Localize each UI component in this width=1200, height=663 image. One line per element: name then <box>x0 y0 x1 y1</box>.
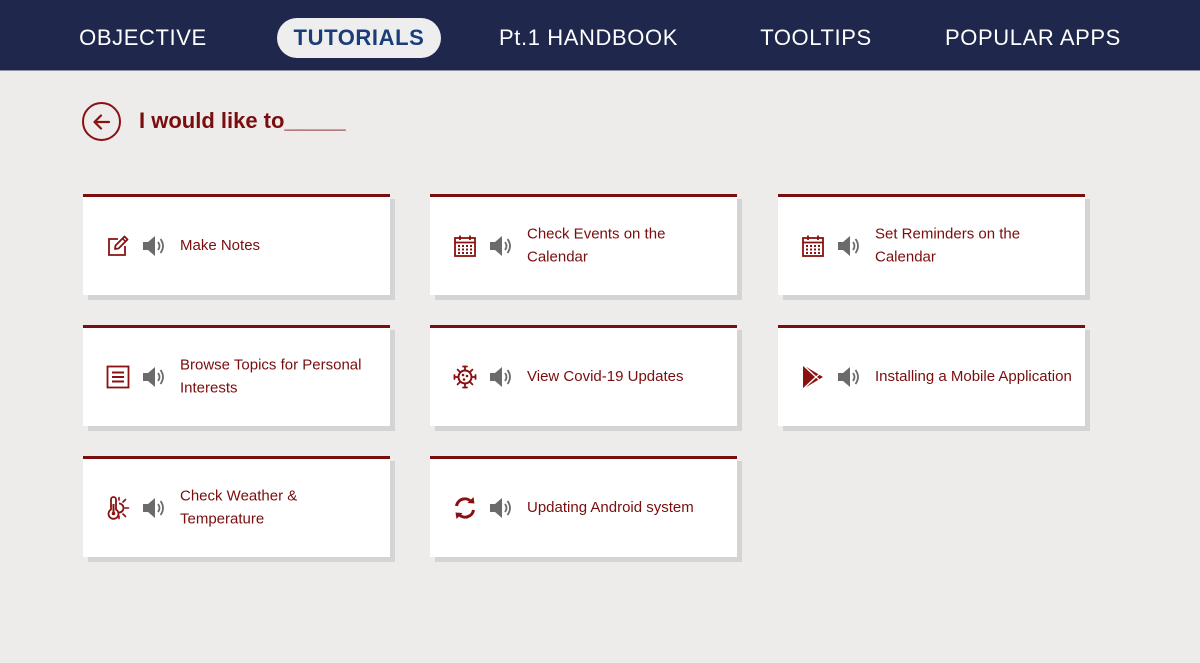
card-label: Check Weather & Temperature <box>180 487 298 528</box>
play-store-icon <box>801 364 825 390</box>
tutorial-card-install-app[interactable]: Installing a Mobile Application <box>778 325 1085 426</box>
speaker-icon[interactable] <box>488 234 514 258</box>
top-navigation: OBJECTIVE TUTORIALS Pt.1 HANDBOOK TOOLTI… <box>0 0 1200 71</box>
page-title: I would like to_____ <box>139 108 346 133</box>
back-button[interactable] <box>82 102 121 141</box>
speaker-icon[interactable] <box>488 496 514 520</box>
tutorial-card-browse-topics[interactable]: Browse Topics for Personal Interests <box>83 325 390 426</box>
tutorial-card-make-notes[interactable]: Make Notes <box>83 194 390 295</box>
tutorial-card-update-android[interactable]: Updating Android system <box>430 456 737 557</box>
card-label: Installing a Mobile Application <box>875 367 1072 385</box>
speaker-icon[interactable] <box>141 234 167 258</box>
tutorial-card-check-events[interactable]: Check Events on the Calendar <box>430 194 737 295</box>
speaker-icon[interactable] <box>488 365 514 389</box>
speaker-icon[interactable] <box>141 365 167 389</box>
list-icon <box>106 365 130 389</box>
card-label: View Covid-19 Updates <box>527 367 684 385</box>
speaker-icon[interactable] <box>836 234 862 258</box>
tutorial-card-covid-updates[interactable]: View Covid-19 Updates <box>430 325 737 426</box>
calendar-icon <box>453 234 477 258</box>
card-label: Check Events on the Calendar <box>527 225 666 266</box>
tab-tutorials[interactable]: TUTORIALS <box>277 18 441 58</box>
tutorial-card-check-weather[interactable]: Check Weather & Temperature <box>83 456 390 557</box>
calendar-icon <box>801 234 825 258</box>
tab-handbook[interactable]: Pt.1 HANDBOOK <box>490 18 687 58</box>
speaker-icon[interactable] <box>141 496 167 520</box>
sync-icon <box>453 496 477 520</box>
temperature-sun-icon <box>106 496 130 520</box>
edit-note-icon <box>106 234 130 258</box>
card-label: Set Reminders on the Calendar <box>875 225 1021 266</box>
tutorial-card-set-reminders[interactable]: Set Reminders on the Calendar <box>778 194 1085 295</box>
tab-tooltips[interactable]: TOOLTIPS <box>752 18 880 58</box>
card-label: Updating Android system <box>527 498 694 516</box>
tab-objective[interactable]: OBJECTIVE <box>70 18 216 58</box>
card-label: Browse Topics for Personal Interests <box>180 356 362 397</box>
card-label: Make Notes <box>180 236 261 254</box>
virus-icon <box>453 365 477 389</box>
speaker-icon[interactable] <box>836 365 862 389</box>
tab-popular-apps[interactable]: POPULAR APPS <box>938 18 1128 58</box>
arrow-left-icon <box>92 113 110 130</box>
